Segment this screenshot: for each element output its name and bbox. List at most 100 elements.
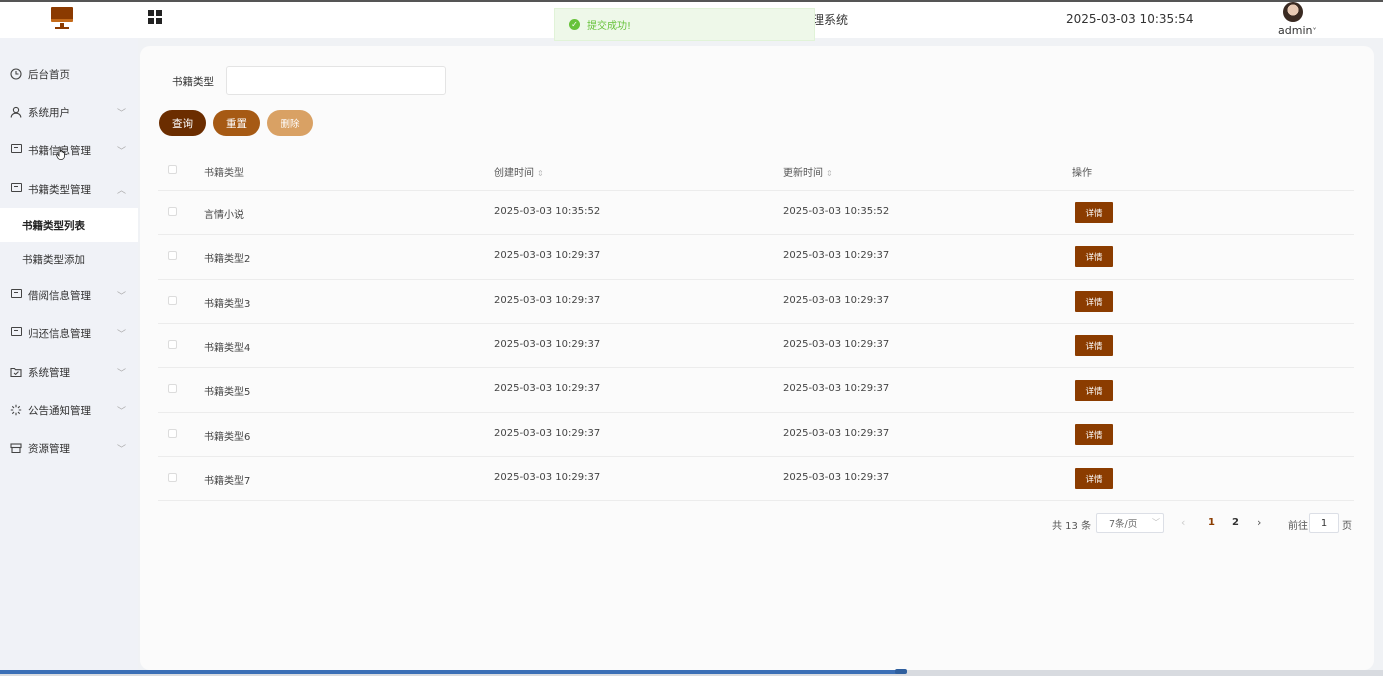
detail-button[interactable]: 详情	[1075, 468, 1113, 489]
page-number-1[interactable]: 1	[1208, 517, 1215, 528]
username: admin	[1278, 24, 1313, 37]
chevron-down-icon: ﹀	[117, 407, 127, 417]
row-divider	[158, 412, 1354, 413]
row-divider	[158, 456, 1354, 457]
card-icon	[10, 144, 22, 156]
detail-button[interactable]: 详情	[1075, 246, 1113, 267]
box-icon	[10, 442, 22, 454]
cell-book-type: 书籍类型7	[204, 476, 251, 487]
sort-icon[interactable]: ⇕	[537, 169, 544, 178]
reset-button[interactable]: 重置	[213, 110, 260, 136]
card-icon	[10, 327, 22, 339]
loading-icon	[10, 404, 22, 416]
page-number-2[interactable]: 2	[1232, 517, 1239, 528]
sidebar-subitem-book-type-add[interactable]: 书籍类型添加	[0, 242, 138, 276]
sidebar-subitem-book-type-list[interactable]: 书籍类型列表	[0, 208, 138, 242]
cell-created: 2025-03-03 10:35:52	[494, 206, 601, 217]
sort-icon[interactable]: ⇕	[826, 169, 833, 178]
scroll-thumb[interactable]	[895, 669, 907, 674]
detail-button[interactable]: 详情	[1075, 202, 1113, 223]
sidebar-item-label: 借阅信息管理	[28, 289, 91, 302]
sidebar-item-label: 系统管理	[28, 366, 70, 379]
chevron-down-icon: ﹀	[117, 369, 127, 379]
sidebar-item-label: 后台首页	[28, 68, 70, 81]
chevron-down-icon: ﹀	[117, 292, 127, 302]
sidebar-item-announcements[interactable]: 公告通知管理 ﹀	[0, 391, 138, 429]
delete-button[interactable]: 删除	[267, 110, 313, 136]
cell-book-type: 书籍类型3	[204, 299, 251, 310]
cell-created: 2025-03-03 10:29:37	[494, 428, 601, 439]
cell-updated: 2025-03-03 10:29:37	[783, 250, 890, 261]
sidebar-subitem-label: 书籍类型列表	[22, 219, 85, 232]
avatar[interactable]	[1283, 2, 1303, 22]
monitor-logo-icon	[51, 7, 73, 29]
user-menu[interactable]: admin˅	[1278, 24, 1316, 37]
column-header-created[interactable]: 创建时间 ⇕	[494, 164, 544, 179]
main-panel	[140, 46, 1374, 670]
cell-updated: 2025-03-03 10:29:37	[783, 428, 890, 439]
prev-page-icon[interactable]: ‹	[1181, 516, 1185, 529]
page-size-value: 7条/页	[1109, 519, 1138, 530]
row-checkbox[interactable]	[168, 429, 177, 438]
folder-icon	[10, 366, 22, 378]
row-divider	[158, 323, 1354, 324]
grid-menu-icon[interactable]	[148, 10, 163, 25]
select-all-checkbox[interactable]	[168, 165, 177, 174]
row-divider	[158, 234, 1354, 235]
sidebar-subitem-label: 书籍类型添加	[22, 253, 85, 266]
system-title: 理系统	[812, 13, 849, 27]
column-header-updated[interactable]: 更新时间 ⇕	[783, 164, 833, 179]
sidebar-item-book-type[interactable]: 书籍类型管理 ︿	[0, 170, 138, 208]
row-divider	[158, 367, 1354, 368]
sidebar-item-system-management[interactable]: 系统管理 ﹀	[0, 353, 138, 391]
detail-button[interactable]: 详情	[1075, 291, 1113, 312]
cell-created: 2025-03-03 10:29:37	[494, 339, 601, 350]
detail-button[interactable]: 详情	[1075, 335, 1113, 356]
row-checkbox[interactable]	[168, 473, 177, 482]
page-suffix-label: 页	[1342, 521, 1352, 532]
cell-created: 2025-03-03 10:29:37	[494, 472, 601, 483]
chevron-up-icon: ︿	[117, 186, 127, 196]
cell-book-type: 书籍类型6	[204, 432, 251, 443]
sidebar-item-system-users[interactable]: 系统用户 ﹀	[0, 93, 138, 131]
detail-button[interactable]: 详情	[1075, 380, 1113, 401]
sidebar-item-home[interactable]: 后台首页	[0, 55, 138, 93]
hand-cursor-icon	[56, 146, 65, 160]
goto-page-input[interactable]: 1	[1309, 513, 1339, 533]
book-type-search-input[interactable]	[226, 66, 446, 95]
horizontal-scrollbar[interactable]	[0, 669, 1383, 676]
column-header-label: 更新时间	[783, 168, 823, 179]
sidebar-item-book-info[interactable]: 书籍信息管理 ﹀	[0, 131, 138, 169]
row-divider	[158, 190, 1354, 191]
search-button[interactable]: 查询	[159, 110, 206, 136]
toast-message: 提交成功!	[587, 21, 632, 32]
row-checkbox[interactable]	[168, 251, 177, 260]
row-checkbox[interactable]	[168, 384, 177, 393]
row-checkbox[interactable]	[168, 207, 177, 216]
pagination-total: 共 13 条	[1052, 521, 1092, 532]
sidebar-item-resources[interactable]: 资源管理 ﹀	[0, 429, 138, 467]
cell-book-type: 言情小说	[204, 210, 244, 221]
sidebar-item-label: 资源管理	[28, 442, 70, 455]
page-size-select[interactable]: 7条/页 ﹀	[1096, 513, 1164, 533]
card-icon	[10, 289, 22, 301]
check-circle-icon: ✓	[569, 19, 580, 30]
chevron-down-icon: ﹀	[117, 330, 127, 340]
row-divider	[158, 279, 1354, 280]
row-checkbox[interactable]	[168, 296, 177, 305]
cell-updated: 2025-03-03 10:29:37	[783, 383, 890, 394]
cell-created: 2025-03-03 10:29:37	[494, 295, 601, 306]
caret-down-icon: ˅	[1312, 27, 1317, 36]
cell-book-type: 书籍类型5	[204, 387, 251, 398]
cell-created: 2025-03-03 10:29:37	[494, 383, 601, 394]
sidebar-item-borrow-info[interactable]: 借阅信息管理 ﹀	[0, 276, 138, 314]
book-type-filter-label: 书籍类型	[172, 76, 214, 88]
sidebar-item-return-info[interactable]: 归还信息管理 ﹀	[0, 314, 138, 352]
current-datetime: 2025-03-03 10:35:54	[1066, 12, 1194, 26]
success-toast: ✓ 提交成功!	[554, 8, 815, 41]
detail-button[interactable]: 详情	[1075, 424, 1113, 445]
next-page-icon[interactable]: ›	[1257, 516, 1261, 529]
chevron-down-icon: ﹀	[117, 147, 127, 157]
row-checkbox[interactable]	[168, 340, 177, 349]
sidebar-item-label: 归还信息管理	[28, 327, 91, 340]
